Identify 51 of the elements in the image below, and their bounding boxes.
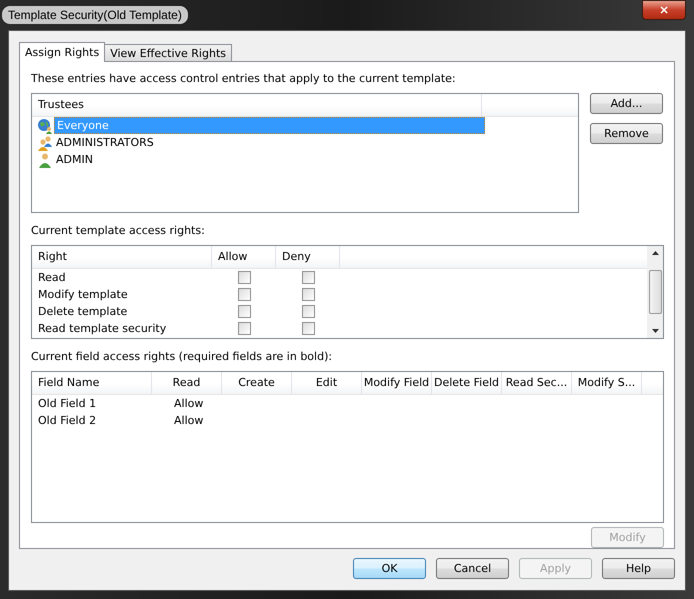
- scroll-down-icon[interactable]: [652, 329, 658, 334]
- trustee-name: Everyone: [54, 117, 485, 134]
- trustee-name: ADMIN: [55, 152, 94, 167]
- dialog-button[interactable]: Remove: [590, 123, 663, 144]
- deny-checkbox[interactable]: [302, 288, 314, 301]
- column-header: Edit: [292, 372, 362, 394]
- allow-checkbox[interactable]: [238, 305, 250, 318]
- section-label: Current template access rights:: [31, 224, 206, 238]
- column-header: Modify Field: [362, 372, 432, 394]
- scroll-up-icon[interactable]: [652, 251, 658, 255]
- table-cell-text: Old Field 2: [37, 414, 98, 428]
- allow-checkbox[interactable]: [238, 271, 250, 284]
- column-header: Read: [152, 372, 222, 394]
- column-header: Delete Field: [432, 372, 502, 394]
- tab[interactable]: Assign Rights: [19, 42, 106, 62]
- users-icon: [37, 134, 53, 150]
- deny-checkbox[interactable]: [302, 305, 314, 318]
- column-header: Modify S...: [572, 372, 642, 394]
- deny-checkbox[interactable]: [302, 322, 314, 335]
- allow-checkbox[interactable]: [238, 322, 250, 335]
- column-header: Field Name: [32, 372, 152, 394]
- dialog-button[interactable]: Add...: [590, 93, 663, 114]
- column-header: Trustees: [32, 94, 482, 116]
- dialog-button[interactable]: Help: [602, 558, 675, 579]
- table-cell-text: Allow: [173, 397, 204, 410]
- scrollbar[interactable]: [647, 246, 663, 338]
- column-header: Read Sec...: [502, 372, 572, 394]
- table-cell-text: Old Field 1: [37, 397, 98, 410]
- right-name: Read template security: [37, 322, 168, 335]
- trustee-item[interactable]: ADMINISTRATORS: [32, 134, 578, 151]
- column-header: Allow: [212, 246, 276, 268]
- window-title: Template Security(Old Template): [2, 6, 188, 24]
- dialog-button[interactable]: Cancel: [436, 558, 509, 579]
- section-label: Current field access rights (required fields are in bold):: [31, 350, 334, 364]
- trustee-item[interactable]: ADMIN: [32, 151, 578, 168]
- dialog-button[interactable]: OK: [353, 558, 426, 579]
- right-name: Read: [37, 271, 67, 284]
- close-button[interactable]: ✕: [642, 0, 686, 20]
- column-header: Deny: [276, 246, 340, 268]
- allow-checkbox[interactable]: [238, 288, 250, 301]
- globe-users-icon: [37, 118, 53, 134]
- deny-checkbox[interactable]: [302, 271, 314, 284]
- right-name: Modify template: [37, 288, 129, 301]
- table-cell-text: Allow: [173, 414, 204, 428]
- column-header: Create: [222, 372, 292, 394]
- section-label: These entries have access control entries that apply to the current template:: [31, 72, 457, 86]
- user-icon: [37, 152, 53, 168]
- trustee-name: ADMINISTRATORS: [55, 135, 155, 150]
- right-name: Delete template: [37, 305, 128, 318]
- tab[interactable]: View Effective Rights: [104, 44, 232, 61]
- column-header: Right: [32, 246, 212, 268]
